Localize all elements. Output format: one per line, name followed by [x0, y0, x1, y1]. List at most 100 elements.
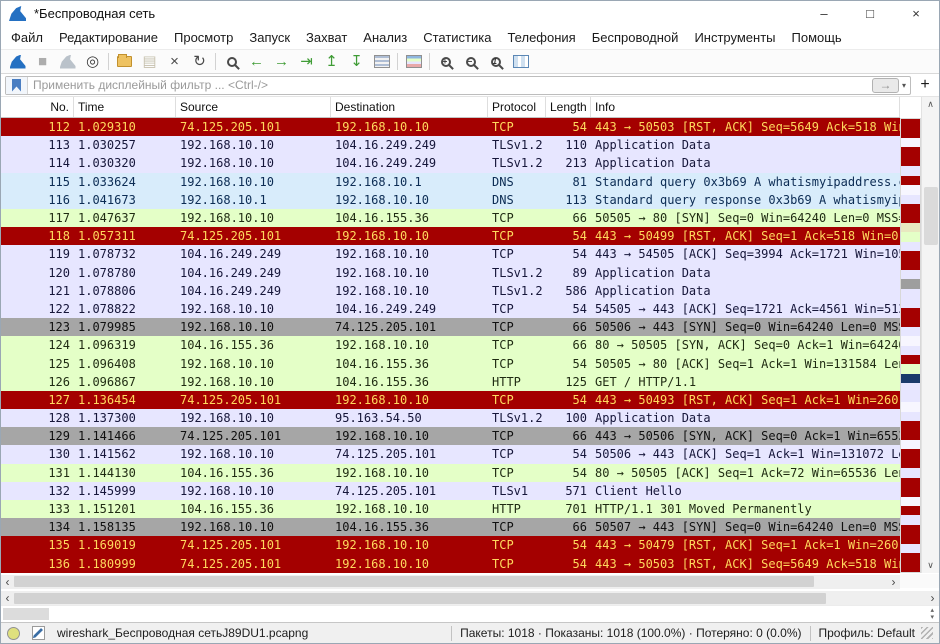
- menu-item-10[interactable]: Помощь: [784, 30, 850, 45]
- packet-row[interactable]: 1351.16901974.125.205.101192.168.10.10TC…: [1, 536, 900, 554]
- go-to-packet-button[interactable]: ⇥: [294, 51, 319, 72]
- packet-row[interactable]: 1271.13645474.125.205.101192.168.10.10TC…: [1, 391, 900, 409]
- hscrollbar-track[interactable]: ‹ ›: [1, 575, 900, 589]
- packet-row[interactable]: 1241.096319104.16.155.36192.168.10.10TCP…: [1, 336, 900, 354]
- colorize-button[interactable]: [401, 51, 426, 72]
- cell-len: 571: [546, 484, 591, 498]
- auto-scroll-button[interactable]: [369, 51, 394, 72]
- cell-no: 114: [1, 156, 74, 170]
- menu-item-5[interactable]: Анализ: [355, 30, 415, 45]
- strip-scroll-arrows[interactable]: ▴▾: [930, 607, 934, 621]
- start-capture-button[interactable]: [5, 51, 30, 72]
- lower-hscrollbar-track[interactable]: ‹ ›: [1, 591, 939, 605]
- strip-scrollbar-thumb[interactable]: [3, 608, 49, 620]
- capture-options-button[interactable]: ◎: [80, 51, 105, 72]
- menu-item-6[interactable]: Статистика: [415, 30, 499, 45]
- cell-dst: 192.168.10.10: [331, 393, 488, 407]
- vertical-scrollbar-thumb[interactable]: [924, 187, 938, 244]
- maximize-button[interactable]: □: [847, 1, 893, 26]
- packet-row[interactable]: 1291.14146674.125.205.101192.168.10.10TC…: [1, 427, 900, 445]
- tiny-down-icon[interactable]: ▾: [930, 614, 934, 621]
- scroll-up-icon[interactable]: ∧: [922, 99, 939, 110]
- packet-row[interactable]: 1331.151201104.16.155.36192.168.10.10HTT…: [1, 500, 900, 518]
- packet-row[interactable]: 1131.030257192.168.10.10104.16.249.249TL…: [1, 136, 900, 154]
- filter-bookmarks-button[interactable]: [6, 77, 28, 94]
- resize-grip[interactable]: [921, 627, 933, 639]
- display-filter-input[interactable]: [28, 78, 872, 92]
- column-header-src[interactable]: Source: [176, 97, 331, 117]
- scroll-right-icon[interactable]: ›: [887, 576, 900, 588]
- packet-row[interactable]: 1201.078780104.16.249.249192.168.10.10TL…: [1, 264, 900, 282]
- menu-item-8[interactable]: Беспроводной: [584, 30, 687, 45]
- packet-row[interactable]: 1361.18099974.125.205.101192.168.10.10TC…: [1, 555, 900, 573]
- open-file-button[interactable]: [112, 51, 137, 72]
- reload-file-button[interactable]: ↻: [187, 51, 212, 72]
- column-header-no[interactable]: No.: [1, 97, 74, 117]
- go-forward-button[interactable]: →: [269, 51, 294, 72]
- add-filter-button[interactable]: +: [915, 76, 935, 94]
- go-first-packet-button[interactable]: ↥: [319, 51, 344, 72]
- expert-info-icon[interactable]: [7, 627, 20, 640]
- zoom-reset-button[interactable]: 1: [483, 51, 508, 72]
- menu-bar: ФайлРедактированиеПросмотрЗапускЗахватАн…: [1, 26, 939, 49]
- scroll-right-icon[interactable]: ›: [926, 592, 939, 604]
- menu-item-9[interactable]: Инструменты: [686, 30, 783, 45]
- close-button[interactable]: ×: [893, 1, 939, 26]
- column-header-len[interactable]: Length: [546, 97, 591, 117]
- profile-selector[interactable]: Профиль: Default: [819, 626, 916, 640]
- column-header-time[interactable]: Time: [74, 97, 176, 117]
- filter-dropdown-caret-icon[interactable]: ▾: [902, 81, 906, 90]
- scroll-down-icon[interactable]: ∨: [922, 560, 939, 571]
- column-header-proto[interactable]: Protocol: [488, 97, 546, 117]
- packet-row[interactable]: 1151.033624192.168.10.10192.168.10.1DNS8…: [1, 173, 900, 191]
- packet-row[interactable]: 1141.030320192.168.10.10104.16.249.249TL…: [1, 154, 900, 172]
- scroll-left-icon[interactable]: ‹: [1, 592, 14, 604]
- menu-item-0[interactable]: Файл: [3, 30, 51, 45]
- packet-row[interactable]: 1281.137300192.168.10.1095.163.54.50TLSv…: [1, 409, 900, 427]
- cell-time: 1.141466: [74, 429, 176, 443]
- packet-row[interactable]: 1231.079985192.168.10.1074.125.205.101TC…: [1, 318, 900, 336]
- column-header-info[interactable]: Info: [591, 97, 900, 117]
- cell-src: 104.16.249.249: [176, 247, 331, 261]
- go-last-packet-button[interactable]: ↧: [344, 51, 369, 72]
- packet-row[interactable]: 1311.144130104.16.155.36192.168.10.10TCP…: [1, 464, 900, 482]
- restart-capture-button[interactable]: [55, 51, 80, 72]
- scroll-left-icon[interactable]: ‹: [1, 576, 14, 588]
- packet-row[interactable]: 1321.145999192.168.10.1074.125.205.101TL…: [1, 482, 900, 500]
- stop-capture-button[interactable]: ■: [30, 51, 55, 72]
- packet-row[interactable]: 1191.078732104.16.249.249192.168.10.10TC…: [1, 245, 900, 263]
- save-file-button[interactable]: ▤: [137, 51, 162, 72]
- vertical-scrollbar[interactable]: ∧ ∨: [921, 97, 939, 573]
- close-file-button[interactable]: ×: [162, 51, 187, 72]
- capture-comment-icon[interactable]: [32, 626, 45, 640]
- packet-row[interactable]: 1121.02931074.125.205.101192.168.10.10TC…: [1, 118, 900, 136]
- packet-row[interactable]: 1261.096867192.168.10.10104.16.155.36HTT…: [1, 373, 900, 391]
- close-file-icon: ×: [170, 54, 179, 69]
- packet-row[interactable]: 1171.047637192.168.10.10104.16.155.36TCP…: [1, 209, 900, 227]
- menu-item-1[interactable]: Редактирование: [51, 30, 166, 45]
- packet-row[interactable]: 1161.041673192.168.10.1192.168.10.10DNS1…: [1, 191, 900, 209]
- find-packet-button[interactable]: [219, 51, 244, 72]
- cell-no: 132: [1, 484, 74, 498]
- packet-minimap[interactable]: [900, 118, 921, 573]
- menu-item-4[interactable]: Захват: [298, 30, 355, 45]
- packet-row[interactable]: 1221.078822192.168.10.10104.16.249.249TC…: [1, 300, 900, 318]
- column-header-dst[interactable]: Destination: [331, 97, 488, 117]
- resize-columns-button[interactable]: [508, 51, 533, 72]
- hscrollbar-thumb[interactable]: [14, 576, 814, 587]
- menu-item-3[interactable]: Запуск: [241, 30, 298, 45]
- packet-row[interactable]: 1341.158135192.168.10.10104.16.155.36TCP…: [1, 518, 900, 536]
- packet-row[interactable]: 1251.096408192.168.10.10104.16.155.36TCP…: [1, 354, 900, 372]
- apply-filter-button[interactable]: →: [872, 78, 899, 93]
- packet-row[interactable]: 1181.05731174.125.205.101192.168.10.10TC…: [1, 227, 900, 245]
- go-back-button[interactable]: ←: [244, 51, 269, 72]
- packet-row[interactable]: 1211.078806104.16.249.249192.168.10.10TL…: [1, 282, 900, 300]
- lower-hscrollbar-thumb[interactable]: [14, 593, 826, 604]
- zoom-in-button[interactable]: +: [433, 51, 458, 72]
- packet-row[interactable]: 1301.141562192.168.10.1074.125.205.101TC…: [1, 445, 900, 463]
- tiny-up-icon[interactable]: ▴: [930, 607, 934, 614]
- minimize-button[interactable]: –: [801, 1, 847, 26]
- zoom-out-button[interactable]: −: [458, 51, 483, 72]
- menu-item-2[interactable]: Просмотр: [166, 30, 241, 45]
- menu-item-7[interactable]: Телефония: [499, 30, 583, 45]
